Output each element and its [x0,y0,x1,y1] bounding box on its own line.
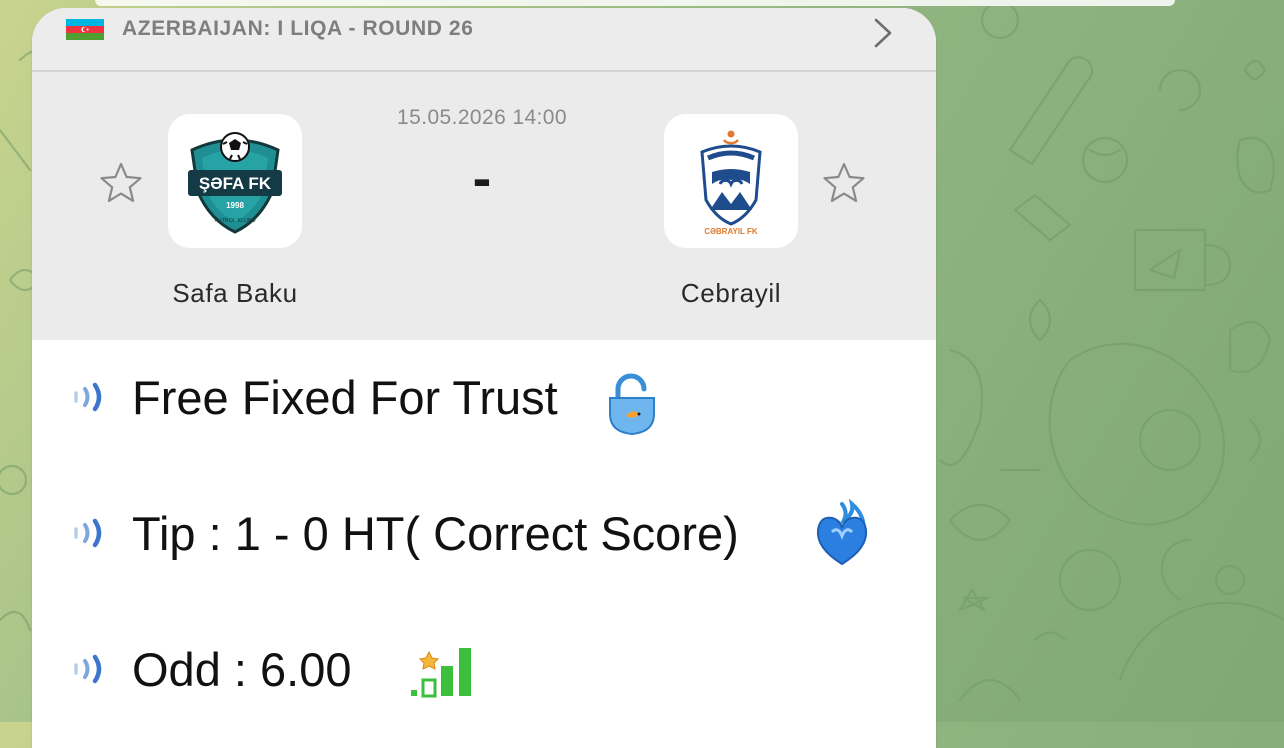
league-title: AZERBAIJAN: I LIQA - ROUND 26 [122,17,474,40]
azerbaijan-flag-icon [66,19,104,40]
signal-bars-star-emoji [411,648,471,698]
message-line-tip: Tip : 1 - 0 HT( Correct Score) [32,498,936,566]
message-bubble[interactable]: AZERBAIJAN: I LIQA - ROUND 26 15.05.2026… [32,8,936,748]
score-separator: - [472,146,492,209]
svg-text:CƏBRAYIL FK: CƏBRAYIL FK [704,227,758,236]
message-line-odd: Odd : 6.00 [32,640,936,700]
away-team-name[interactable]: Cebrayil [611,278,851,308]
signal-waves-icon [74,518,102,548]
cebrayil-fk-crest-icon: CƏBRAYIL FK [700,130,762,236]
safa-fk-crest-icon: ŞƏFA FK 1998 FUTBOL KLUBU [188,132,282,234]
svg-text:1998: 1998 [226,201,244,210]
message-text: Tip : 1 - 0 HT( Correct Score) [132,507,739,560]
favorite-home-star-icon[interactable] [98,160,144,206]
message-text: Odd : 6.00 [132,643,352,696]
chevron-right-icon[interactable] [870,14,896,52]
favorite-away-star-icon[interactable] [821,160,867,206]
svg-text:ŞƏFA FK: ŞƏFA FK [199,174,272,193]
home-team-name[interactable]: Safa Baku [115,278,355,308]
previous-message-bubble-edge [95,0,1175,6]
signal-waves-icon [74,654,102,684]
league-header[interactable]: AZERBAIJAN: I LIQA - ROUND 26 [32,8,936,72]
match-datetime: 15.05.2026 14:00 [397,106,567,129]
match-card[interactable]: AZERBAIJAN: I LIQA - ROUND 26 15.05.2026… [32,8,936,340]
away-team-logo[interactable]: CƏBRAYIL FK [664,114,798,248]
unlocked-padlock-emoji [609,373,655,436]
blue-fire-heart-emoji [816,498,868,566]
message-line-free-fixed: Free Fixed For Trust [32,368,936,436]
signal-waves-icon [74,382,102,412]
svg-text:FUTBOL KLUBU: FUTBOL KLUBU [214,218,255,224]
message-text: Free Fixed For Trust [132,371,558,424]
home-team-logo[interactable]: ŞƏFA FK 1998 FUTBOL KLUBU [168,114,302,248]
